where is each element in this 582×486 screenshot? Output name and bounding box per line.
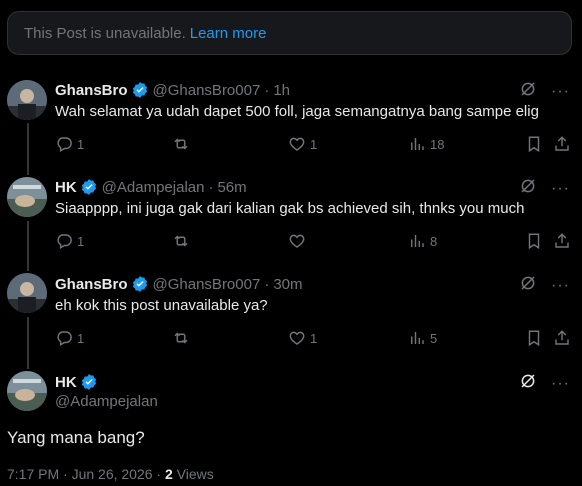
handle[interactable]: @GhansBro007: [153, 276, 261, 293]
views-button[interactable]: 18: [408, 135, 444, 153]
post-text: eh kok this post unavailable ya?: [55, 297, 268, 314]
grok-icon[interactable]: [519, 80, 537, 103]
share-icon: [555, 136, 569, 151]
bookmark-button[interactable]: [525, 329, 543, 347]
views-count: 5: [430, 330, 438, 346]
action-bar: 1 1 5: [55, 329, 575, 349]
display-name[interactable]: GhansBro: [55, 276, 128, 293]
reply-count: 1: [77, 136, 85, 152]
like-icon: [289, 331, 305, 345]
grok-icon[interactable]: [519, 274, 537, 297]
handle[interactable]: @Adampejalan: [102, 179, 205, 196]
repost-icon: [174, 235, 188, 247]
views-count: 18: [430, 136, 445, 152]
post-text: Siaapppp, ini juga gak dari kalian gak b…: [55, 200, 525, 217]
like-icon: [289, 137, 305, 151]
avatar[interactable]: [7, 273, 47, 313]
more-icon[interactable]: ···: [551, 375, 570, 392]
post-meta: 7:17 PM · Jun 26, 2026 · 2 Views: [7, 466, 214, 482]
repost-button[interactable]: [171, 135, 195, 153]
learn-more-link[interactable]: Learn more: [190, 25, 267, 42]
share-button[interactable]: [553, 232, 571, 250]
reply-count: 1: [77, 330, 85, 346]
share-icon: [555, 330, 569, 345]
checkmark-badge-icon: [80, 373, 98, 391]
repost-icon: [174, 332, 188, 344]
reply-count: 1: [77, 233, 85, 249]
views-count: 2: [164, 466, 173, 482]
reply-button[interactable]: 1: [55, 135, 84, 153]
like-button[interactable]: 1: [288, 135, 317, 153]
bookmark-button[interactable]: [525, 232, 543, 250]
post-header: GhansBro @GhansBro007 · 1h: [55, 80, 290, 100]
checkmark-badge-icon: [131, 81, 149, 99]
repost-button[interactable]: [171, 329, 195, 347]
post-header: HK @Adampejalan · 56m: [55, 177, 247, 197]
notice-text: This Post is unavailable.: [24, 24, 186, 42]
post-time[interactable]: 30m: [273, 276, 302, 293]
action-bar: 1 1 18: [55, 135, 575, 155]
thread-line: [27, 221, 29, 271]
more-icon[interactable]: ···: [551, 180, 570, 197]
grok-icon[interactable]: [519, 372, 537, 395]
separator-dot: ·: [264, 275, 270, 293]
more-icon[interactable]: ···: [551, 277, 570, 294]
checkmark-badge-icon: [131, 275, 149, 293]
repost-button[interactable]: [171, 232, 195, 250]
share-button[interactable]: [553, 135, 571, 153]
views-count: 8: [430, 233, 438, 249]
action-bar: 1 8: [55, 232, 575, 252]
post-text: Yang mana bang?: [7, 428, 145, 447]
views-icon: [411, 332, 424, 344]
like-button[interactable]: [288, 232, 310, 250]
views-button[interactable]: 5: [408, 329, 437, 347]
like-count: 1: [310, 136, 318, 152]
post-time[interactable]: 56m: [217, 179, 246, 196]
repost-icon: [174, 138, 188, 150]
author-name-row: HK: [55, 372, 102, 392]
post-timestamp[interactable]: 7:17 PM · Jun 26, 2026 ·: [7, 466, 165, 482]
post-text: Wah selamat ya udah dapet 500 foll, jaga…: [55, 103, 539, 120]
thread-line: [27, 123, 29, 175]
views-icon: [411, 138, 424, 150]
share-button[interactable]: [553, 329, 571, 347]
reply-icon: [57, 234, 72, 250]
post-top-actions: ···: [519, 274, 570, 297]
bookmark-icon: [528, 330, 540, 347]
share-icon: [555, 233, 569, 248]
post-top-actions: ···: [519, 177, 570, 200]
post-header: GhansBro @GhansBro007 · 30m: [55, 274, 303, 294]
reply-button[interactable]: 1: [55, 329, 84, 347]
thread-line: [27, 317, 29, 369]
handle[interactable]: @Adampejalan: [55, 393, 158, 410]
display-name[interactable]: HK: [55, 179, 77, 196]
views-button[interactable]: 8: [408, 232, 437, 250]
like-button[interactable]: 1: [288, 329, 317, 347]
post-top-actions: ···: [519, 80, 570, 103]
like-count: 1: [310, 330, 318, 346]
reply-button[interactable]: 1: [55, 232, 84, 250]
separator-dot: ·: [264, 81, 270, 99]
views-label: Views: [172, 466, 214, 482]
like-icon: [289, 234, 305, 248]
checkmark-badge-icon: [80, 178, 98, 196]
avatar[interactable]: [7, 371, 47, 411]
bookmark-button[interactable]: [525, 135, 543, 153]
grok-icon[interactable]: [519, 177, 537, 200]
separator-dot: ·: [208, 178, 214, 196]
display-name[interactable]: HK: [55, 374, 77, 391]
more-icon[interactable]: ···: [551, 83, 570, 100]
post-time[interactable]: 1h: [273, 82, 290, 99]
avatar[interactable]: [7, 80, 47, 120]
reply-icon: [57, 331, 72, 347]
handle[interactable]: @GhansBro007: [153, 82, 261, 99]
unavailable-notice: This Post is unavailable. Learn more: [7, 11, 572, 55]
reply-icon: [57, 137, 72, 153]
views-icon: [411, 235, 424, 247]
bookmark-icon: [528, 136, 540, 153]
avatar[interactable]: [7, 177, 47, 217]
post-top-actions: ···: [519, 372, 570, 395]
bookmark-icon: [528, 233, 540, 250]
display-name[interactable]: GhansBro: [55, 82, 128, 99]
